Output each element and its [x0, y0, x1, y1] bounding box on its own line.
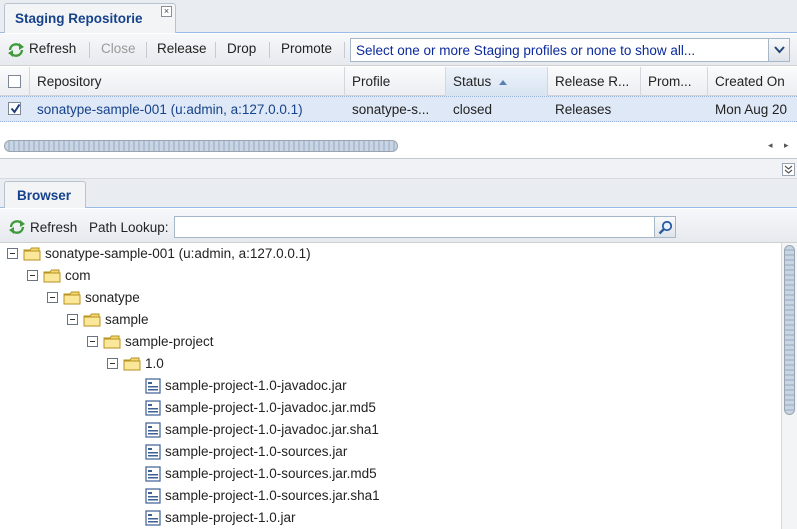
- collapse-toggle-icon[interactable]: [7, 248, 18, 259]
- cell-profile: sonatype-s...: [352, 102, 430, 117]
- toolbar-separator: [269, 42, 270, 58]
- tree-node-label: sonatype-sample-001 (u:admin, a:127.0.0.…: [45, 246, 311, 261]
- collapse-toggle-icon[interactable]: [67, 314, 78, 325]
- file-icon: [145, 488, 161, 507]
- collapse-toggle-icon[interactable]: [107, 358, 118, 369]
- file-icon: [145, 510, 161, 529]
- close-button[interactable]: Close: [101, 41, 136, 56]
- folder-icon: [83, 312, 101, 331]
- collapse-icon[interactable]: [782, 163, 795, 176]
- column-header-label: Repository: [37, 74, 102, 89]
- row-checkbox[interactable]: [8, 102, 21, 115]
- tree-node-label: sample-project-1.0-javadoc.jar: [165, 378, 347, 393]
- column-header-label: Prom...: [648, 74, 692, 89]
- cell-repository[interactable]: sonatype-sample-001 (u:admin, a:127.0.0.…: [37, 102, 342, 117]
- search-icon: [658, 220, 673, 235]
- tree-node-label: sonatype: [85, 290, 140, 305]
- column-header-label: Release R...: [555, 74, 630, 89]
- column-header-status[interactable]: Status: [446, 67, 548, 96]
- folder-icon: [103, 334, 121, 353]
- collapse-toggle-icon[interactable]: [47, 292, 58, 303]
- toolbar-separator: [344, 42, 345, 58]
- tree-node-label: sample-project-1.0-sources.jar.sha1: [165, 488, 380, 503]
- path-lookup-search-button[interactable]: [654, 216, 676, 238]
- select-all-column[interactable]: [0, 67, 30, 96]
- file-icon: [145, 444, 161, 463]
- release-button[interactable]: Release: [157, 41, 207, 56]
- file-icon: [145, 466, 161, 485]
- tree-node-label: sample-project-1.0-javadoc.jar.sha1: [165, 422, 379, 437]
- column-header-release-repository[interactable]: Release R...: [548, 67, 641, 96]
- horizontal-scrollbar[interactable]: [4, 140, 398, 152]
- tree-node-label: sample: [105, 312, 149, 327]
- tree-node-label: sample-project: [125, 334, 214, 349]
- panel-splitter[interactable]: [0, 158, 797, 179]
- column-header-label: Created On: [715, 74, 785, 89]
- column-header-label: Profile: [352, 74, 391, 89]
- tab-browser[interactable]: Browser: [4, 181, 86, 208]
- toolbar-separator: [89, 42, 90, 58]
- path-lookup-label: Path Lookup:: [89, 220, 169, 235]
- drop-button[interactable]: Drop: [227, 41, 256, 56]
- table-row[interactable]: sonatype-sample-001 (u:admin, a:127.0.0.…: [0, 96, 797, 122]
- browser-refresh-button[interactable]: Refresh: [30, 220, 77, 235]
- collapse-toggle-icon[interactable]: [87, 336, 98, 347]
- repository-tree: sonatype-sample-001 (u:admin, a:127.0.0.…: [0, 243, 781, 529]
- path-lookup-input[interactable]: [174, 216, 655, 238]
- checkmark-icon: [10, 103, 21, 114]
- column-header-label: Status: [453, 74, 492, 89]
- top-tab-strip: Staging Repositorie ×: [0, 0, 797, 33]
- tab-staging-repositories[interactable]: Staging Repositorie ×: [4, 3, 176, 33]
- file-icon: [145, 400, 161, 419]
- column-header-repository[interactable]: Repository: [30, 67, 345, 96]
- file-icon: [145, 378, 161, 397]
- cell-created-on: Mon Aug 20: [715, 102, 788, 117]
- collapse-toggle-icon[interactable]: [27, 270, 38, 281]
- chevron-down-icon: [774, 46, 785, 54]
- refresh-icon: [8, 43, 24, 57]
- tree-node-label: sample-project-1.0.jar: [165, 510, 296, 525]
- tab-browser-label: Browser: [17, 188, 72, 203]
- vertical-scrollbar-thumb[interactable]: [784, 245, 795, 415]
- staging-profile-select[interactable]: Select one or more Staging profiles or n…: [350, 38, 790, 62]
- tree-node-label: sample-project-1.0-javadoc.jar.md5: [165, 400, 376, 415]
- vertical-scrollbar[interactable]: [781, 243, 797, 529]
- file-icon: [145, 422, 161, 441]
- scroll-right-icon[interactable]: ▸: [784, 140, 789, 151]
- select-all-checkbox[interactable]: [8, 75, 21, 88]
- sort-ascending-icon: [499, 80, 507, 85]
- toolbar-separator: [146, 42, 147, 58]
- tab-staging-repositories-label: Staging Repositorie: [15, 11, 143, 26]
- toolbar-separator: [215, 42, 216, 58]
- column-header-profile[interactable]: Profile: [345, 67, 446, 96]
- folder-icon: [123, 356, 141, 375]
- folder-icon: [63, 290, 81, 309]
- browser-toolbar: Refresh Path Lookup:: [0, 209, 797, 243]
- tree-node-label: com: [65, 268, 91, 283]
- grid-header: Repository Profile Status Release R... P…: [0, 67, 797, 96]
- tree-node-label: sample-project-1.0-sources.jar.md5: [165, 466, 377, 481]
- cell-status: closed: [453, 102, 493, 117]
- tree-node-label: sample-project-1.0-sources.jar: [165, 444, 348, 459]
- refresh-icon: [9, 220, 25, 234]
- folder-icon: [23, 246, 41, 265]
- column-header-created-on[interactable]: Created On: [708, 67, 797, 96]
- promote-button[interactable]: Promote: [281, 41, 332, 56]
- dropdown-trigger[interactable]: [768, 39, 789, 61]
- staging-toolbar: Refresh Close Release Drop Promote Selec…: [0, 34, 797, 66]
- scroll-left-icon[interactable]: ◂: [768, 140, 773, 151]
- staging-profile-select-text: Select one or more Staging profiles or n…: [356, 43, 696, 58]
- close-icon[interactable]: ×: [161, 6, 172, 17]
- folder-icon: [43, 268, 61, 287]
- browser-tab-strip: Browser: [0, 179, 797, 208]
- tree-node-label: 1.0: [145, 356, 164, 371]
- refresh-button[interactable]: Refresh: [29, 41, 76, 56]
- column-header-promotion[interactable]: Prom...: [641, 67, 708, 96]
- cell-release-repository: Releases: [555, 102, 612, 117]
